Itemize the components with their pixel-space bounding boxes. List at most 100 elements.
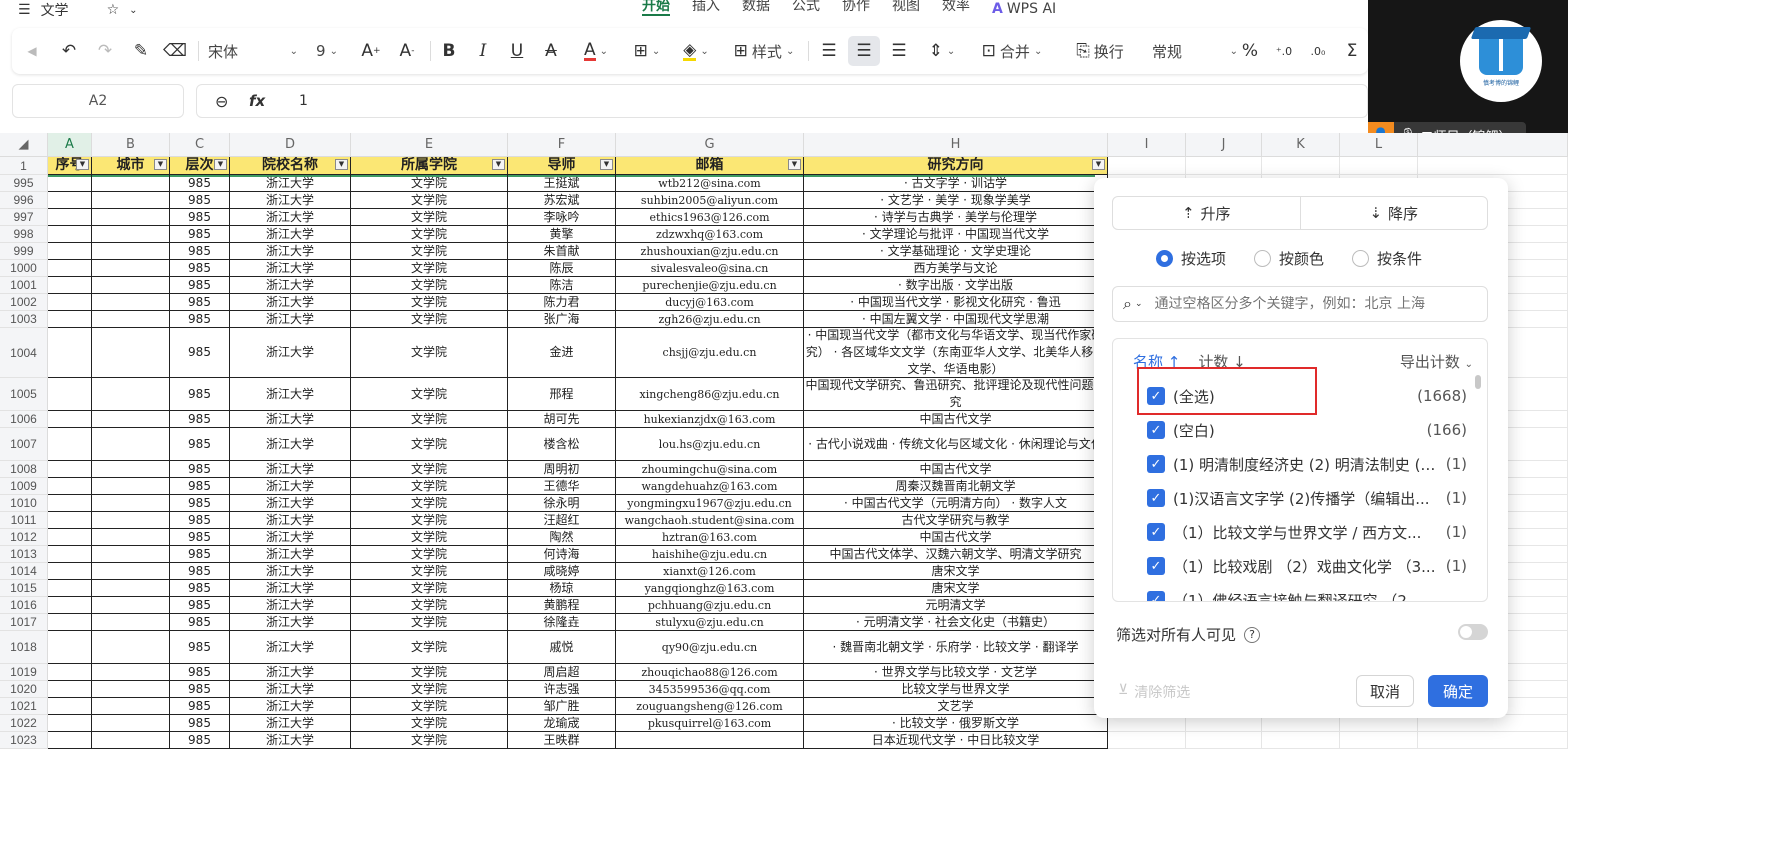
eraser-icon[interactable]: ⌫ (162, 28, 188, 74)
function-icon[interactable]: fx (249, 92, 265, 110)
college-cell[interactable]: 文学院 (351, 277, 508, 294)
wrap-text-button[interactable]: ⎘ 换行 (1064, 28, 1136, 74)
college-cell[interactable]: 文学院 (351, 580, 508, 597)
advisor-cell[interactable]: 陶然 (508, 529, 616, 546)
column-header[interactable]: F (508, 133, 616, 157)
filter-list-item[interactable]: ✓ (1)汉语言文字学 (2)传播学（编辑出... (1) (1147, 487, 1467, 509)
seq-cell[interactable] (48, 495, 92, 512)
advisor-cell[interactable]: 邹广胜 (508, 698, 616, 715)
row-header[interactable]: 1000 (0, 260, 48, 277)
seq-cell[interactable] (48, 698, 92, 715)
bold-icon[interactable]: B (436, 28, 462, 74)
increase-font-icon[interactable]: A + (358, 28, 384, 74)
email-cell[interactable]: zouguangsheng@126.com (616, 698, 804, 715)
research-cell[interactable]: · 魏晋南北朝文学 · 乐府学 · 比较文学 · 翻译学 (804, 631, 1108, 664)
row-header[interactable]: 1017 (0, 614, 48, 631)
sort-descending-button[interactable]: ⇣ 降序 (1299, 197, 1488, 229)
tab-view[interactable]: 视图 (892, 0, 920, 18)
row-header[interactable]: 998 (0, 226, 48, 243)
export-count-button[interactable]: 导出计数 ⌄ (1400, 351, 1473, 372)
school-cell[interactable]: 浙江大学 (230, 209, 351, 226)
email-cell[interactable]: wtb212@sina.com (616, 175, 804, 192)
college-cell[interactable]: 文学院 (351, 732, 508, 749)
radio-by-option[interactable]: 按选项 (1156, 248, 1226, 269)
tab-home[interactable]: 开始 (642, 0, 670, 18)
cancel-button[interactable]: 取消 (1356, 675, 1414, 707)
research-cell[interactable]: · 中国左翼文学 · 中国现代文学思潮 (804, 311, 1108, 328)
zoom-search-icon[interactable]: ⊖ (215, 92, 228, 111)
checkbox-checked-icon[interactable]: ✓ (1147, 421, 1165, 439)
college-cell[interactable]: 文学院 (351, 311, 508, 328)
row-header[interactable]: 1001 (0, 277, 48, 294)
seq-cell[interactable] (48, 529, 92, 546)
level-cell[interactable]: 985 (170, 175, 230, 192)
filter-dropdown-icon[interactable]: ▼ (492, 159, 505, 170)
empty-cell[interactable] (1340, 157, 1418, 175)
level-cell[interactable]: 985 (170, 378, 230, 411)
clear-filter-button[interactable]: ⊻ 清除筛选 (1118, 682, 1190, 702)
row-header[interactable]: 1012 (0, 529, 48, 546)
school-cell[interactable]: 浙江大学 (230, 698, 351, 715)
radio-by-color[interactable]: 按颜色 (1254, 248, 1324, 269)
college-cell[interactable]: 文学院 (351, 631, 508, 664)
advisor-cell[interactable]: 楼含松 (508, 428, 616, 461)
city-cell[interactable] (92, 243, 170, 260)
column-header[interactable]: B (92, 133, 170, 157)
level-cell[interactable]: 985 (170, 411, 230, 428)
row-header[interactable]: 1005 (0, 378, 48, 411)
border-button[interactable]: ⊞ ⌄ (624, 28, 670, 74)
research-cell[interactable]: 中国古代文学 (804, 411, 1108, 428)
city-cell[interactable] (92, 192, 170, 209)
email-cell[interactable]: chsjj@zju.edu.cn (616, 328, 804, 378)
seq-cell[interactable] (48, 732, 92, 749)
college-cell[interactable]: 文学院 (351, 428, 508, 461)
font-color-button[interactable]: A ⌄ (576, 28, 616, 74)
column-header[interactable] (1418, 133, 1568, 157)
college-cell[interactable]: 文学院 (351, 478, 508, 495)
email-cell[interactable]: hukexianzjdx@163.com (616, 411, 804, 428)
city-cell[interactable] (92, 260, 170, 277)
city-cell[interactable] (92, 732, 170, 749)
row-header[interactable]: 999 (0, 243, 48, 260)
row-header[interactable]: 1019 (0, 664, 48, 681)
seq-cell[interactable] (48, 226, 92, 243)
checkbox-checked-icon[interactable]: ✓ (1147, 489, 1165, 507)
filter-dropdown-icon[interactable]: ▼ (1092, 159, 1105, 170)
email-cell[interactable]: qy90@zju.edu.cn (616, 631, 804, 664)
school-cell[interactable]: 浙江大学 (230, 529, 351, 546)
school-cell[interactable]: 浙江大学 (230, 226, 351, 243)
school-cell[interactable]: 浙江大学 (230, 311, 351, 328)
vertical-align-button[interactable]: ⇕ ⌄ (922, 28, 962, 74)
decrease-decimal-icon[interactable]: .0₀ (1304, 28, 1332, 74)
college-cell[interactable]: 文学院 (351, 243, 508, 260)
advisor-cell[interactable]: 黄擎 (508, 226, 616, 243)
column-header[interactable]: I (1108, 133, 1186, 157)
level-cell[interactable]: 985 (170, 597, 230, 614)
filter-list-item[interactable]: ✓ （1）佛经语言接触与翻译研究 （2... (1147, 589, 1467, 601)
sort-ascending-button[interactable]: ⇡ 升序 (1113, 197, 1300, 229)
tab-data[interactable]: 数据 (742, 0, 770, 18)
level-cell[interactable]: 985 (170, 328, 230, 378)
level-cell[interactable]: 985 (170, 614, 230, 631)
email-cell[interactable]: suhbin2005@aliyun.com (616, 192, 804, 209)
merge-button[interactable]: ⊡ 合并 ⌄ (974, 28, 1050, 74)
level-cell[interactable]: 985 (170, 461, 230, 478)
advisor-cell[interactable]: 苏宏斌 (508, 192, 616, 209)
filter-list-item[interactable]: ✓ （1）比较戏剧 （2）戏曲文化学 （3... (1) (1147, 555, 1467, 577)
filter-list-item[interactable]: ✓ （1）比较文学与世界文学 / 西方文... (1) (1147, 521, 1467, 543)
help-icon[interactable]: ? (1244, 626, 1261, 643)
level-cell[interactable]: 985 (170, 192, 230, 209)
school-cell[interactable]: 浙江大学 (230, 328, 351, 378)
email-cell[interactable]: zhoumingchu@sina.com (616, 461, 804, 478)
school-cell[interactable]: 浙江大学 (230, 512, 351, 529)
confirm-button[interactable]: 确定 (1428, 675, 1488, 707)
school-cell[interactable]: 浙江大学 (230, 175, 351, 192)
level-cell[interactable]: 985 (170, 277, 230, 294)
advisor-cell[interactable]: 杨琼 (508, 580, 616, 597)
formula-input[interactable]: 1 (299, 93, 308, 109)
email-cell[interactable]: yongmingxu1967@zju.edu.cn (616, 495, 804, 512)
college-cell[interactable]: 文学院 (351, 175, 508, 192)
row-header[interactable]: 1023 (0, 732, 48, 749)
level-cell[interactable]: 985 (170, 580, 230, 597)
email-cell[interactable]: lou.hs@zju.edu.cn (616, 428, 804, 461)
